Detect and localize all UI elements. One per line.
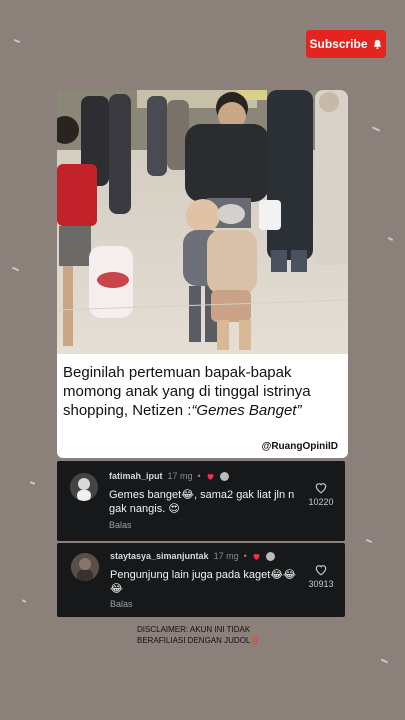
speck [371, 126, 381, 132]
bell-icon [373, 39, 381, 49]
avatar[interactable] [71, 553, 99, 581]
speck [365, 538, 373, 544]
comment-time: 17 mg [213, 551, 239, 561]
heart-filled-icon [207, 473, 214, 480]
comment-username[interactable]: staytasya_simanjuntak [110, 551, 209, 561]
video-still-image [57, 90, 348, 354]
speck [380, 658, 389, 664]
speck [13, 38, 21, 44]
like-button[interactable]: 10220 [305, 481, 337, 507]
subscribe-label: Subscribe [309, 37, 368, 51]
like-count: 30913 [308, 579, 334, 589]
reply-button[interactable]: Balas [110, 599, 133, 609]
heart-outline-icon [315, 565, 327, 576]
comment-card: fatimah_iput 17 mg • Gemes banget😂, sama… [57, 461, 345, 541]
disclaimer: DISCLAIMER: AKUN INI TIDAK BERAFILIASI D… [137, 624, 287, 646]
like-button[interactable]: 30913 [305, 563, 337, 589]
comment-username[interactable]: fatimah_iput [109, 471, 163, 481]
like-count: 10220 [308, 497, 334, 507]
heart-filled-icon [253, 553, 260, 560]
speck [387, 237, 394, 241]
video-frame[interactable] [57, 90, 348, 354]
speck [11, 266, 20, 272]
separator-dot: • [243, 551, 247, 561]
creator-avatar [265, 551, 275, 561]
comment-meta: staytasya_simanjuntak 17 mg • [110, 551, 275, 561]
comment-meta: fatimah_iput 17 mg • [109, 471, 229, 481]
subscribe-button[interactable]: Subscribe [306, 30, 386, 58]
account-handle: @RuangOpiniID [261, 441, 338, 452]
separator-dot: • [197, 471, 201, 481]
speck [29, 481, 36, 485]
reply-button[interactable]: Balas [109, 520, 132, 530]
warning-mark: ‼️ [250, 636, 261, 645]
creator-avatar [219, 471, 229, 481]
avatar[interactable] [70, 473, 98, 501]
caption-text: Beginilah pertemuan bapak-bapak momong a… [63, 363, 340, 420]
heart-outline-icon [315, 483, 327, 494]
comment-text: Pengunjung lain juga pada kaget😂😂😂 [110, 569, 296, 595]
comment-time: 17 mg [167, 471, 193, 481]
comment-text: Gemes banget😂, sama2 gak liat jln n gak … [109, 489, 295, 515]
disclaimer-text: DISCLAIMER: AKUN INI TIDAK BERAFILIASI D… [137, 625, 251, 645]
caption-card: Beginilah pertemuan bapak-bapak momong a… [57, 354, 348, 458]
caption-quote: “Gemes Banget” [191, 402, 302, 419]
comment-card: staytasya_simanjuntak 17 mg • Pengunjung… [57, 543, 345, 617]
speck [21, 599, 27, 603]
